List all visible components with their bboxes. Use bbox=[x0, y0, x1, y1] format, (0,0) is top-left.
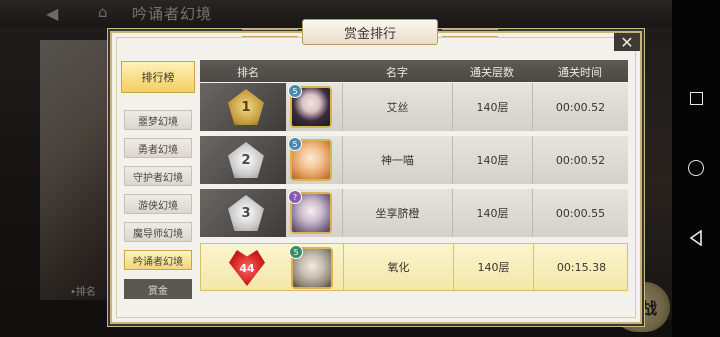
clear-time: 00:00.52 bbox=[532, 136, 628, 184]
class-icon: 5 bbox=[288, 137, 302, 151]
cleared-floor: 140层 bbox=[452, 189, 532, 237]
tab-bounty[interactable]: 赏金 bbox=[124, 279, 192, 299]
tab-guardian[interactable]: 守护者幻境 bbox=[124, 166, 192, 186]
player-name: 氧化 bbox=[343, 244, 453, 290]
home-nav-icon[interactable] bbox=[686, 158, 706, 178]
cleared-floor: 140层 bbox=[452, 136, 532, 184]
back-nav-icon[interactable] bbox=[686, 228, 706, 248]
rank-number: 3 bbox=[241, 205, 251, 221]
rank-cell: 1 bbox=[200, 83, 286, 131]
silver-medal-icon: 2 bbox=[228, 142, 264, 178]
red-rank-icon: 44 bbox=[229, 250, 265, 286]
class-icon: 5 bbox=[288, 84, 302, 98]
gold-medal-icon: 1 bbox=[228, 89, 264, 125]
tab-nightmare[interactable]: 噩梦幻境 bbox=[124, 110, 192, 130]
close-button[interactable]: ✕ bbox=[614, 32, 640, 52]
rank-number: 1 bbox=[241, 99, 251, 115]
cleared-floor: 140层 bbox=[453, 244, 533, 290]
table-header: 排名 名字 通关层数 通关时间 bbox=[200, 60, 628, 82]
recents-icon[interactable] bbox=[686, 88, 706, 108]
header-floor: 通关层数 bbox=[470, 66, 514, 79]
clear-time: 00:15.38 bbox=[533, 244, 629, 290]
tab-mage[interactable]: 魔导师幻境 bbox=[124, 222, 192, 242]
header-name: 名字 bbox=[386, 66, 408, 79]
rank-cell: 3 bbox=[200, 189, 286, 237]
avatar[interactable]: 5 bbox=[288, 84, 332, 128]
avatar[interactable]: 5 bbox=[289, 245, 333, 289]
header-rank: 排名 bbox=[237, 66, 259, 79]
rank-number: 2 bbox=[241, 152, 251, 168]
table-row[interactable]: 1 5 艾丝 140层 00:00.52 bbox=[200, 83, 628, 131]
tab-leaderboard[interactable]: 排行榜 bbox=[121, 61, 195, 93]
android-nav-bar bbox=[672, 0, 720, 337]
clear-time: 00:00.52 bbox=[532, 83, 628, 131]
title-ornament-left bbox=[242, 29, 298, 37]
class-icon: 5 bbox=[289, 245, 303, 259]
tab-ranger[interactable]: 游侠幻境 bbox=[124, 194, 192, 214]
table-row[interactable]: 2 5 神一喵 140层 00:00.52 bbox=[200, 136, 628, 184]
player-name: 坐享脐橙 bbox=[342, 189, 452, 237]
avatar[interactable]: ? bbox=[288, 190, 332, 234]
title-ornament-right bbox=[442, 29, 498, 37]
player-name: 艾丝 bbox=[342, 83, 452, 131]
silver-medal-icon: 3 bbox=[228, 195, 264, 231]
header-time: 通关时间 bbox=[558, 66, 602, 79]
rank-cell: 44 bbox=[201, 244, 287, 290]
dialog-title: 赏金排行 bbox=[302, 19, 438, 45]
class-icon: ? bbox=[288, 190, 302, 204]
avatar[interactable]: 5 bbox=[288, 137, 332, 181]
rank-cell: 2 bbox=[200, 136, 286, 184]
tab-brave[interactable]: 勇者幻境 bbox=[124, 138, 192, 158]
player-name: 神一喵 bbox=[342, 136, 452, 184]
my-rank-row[interactable]: 44 5 氧化 140层 00:15.38 bbox=[200, 243, 628, 291]
tab-chanter[interactable]: 吟诵者幻境 bbox=[124, 250, 192, 270]
clear-time: 00:00.55 bbox=[532, 189, 628, 237]
close-icon: ✕ bbox=[620, 32, 634, 52]
cleared-floor: 140层 bbox=[452, 83, 532, 131]
table-row[interactable]: 3 ? 坐享脐橙 140层 00:00.55 bbox=[200, 189, 628, 237]
rank-number: 44 bbox=[239, 261, 255, 275]
